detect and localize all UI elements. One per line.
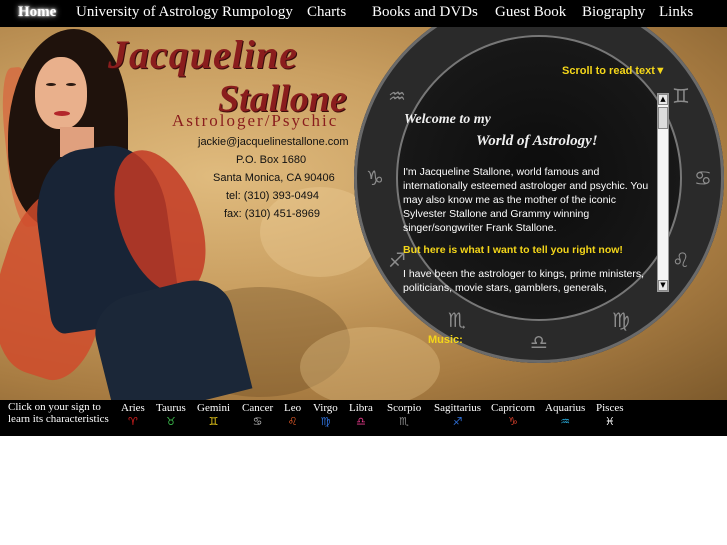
nav-biography[interactable]: Biography bbox=[582, 4, 645, 21]
zodiac-sign-label: Taurus bbox=[156, 402, 186, 414]
scroll-thumb[interactable] bbox=[658, 107, 668, 129]
zodiac-sign-label: Sagittarius bbox=[434, 402, 482, 414]
zodiac-sign-label: Pisces bbox=[596, 402, 624, 414]
zodiac-cancer-icon: ♋ bbox=[252, 415, 263, 428]
welcome-text-panel[interactable]: Welcome to my World of Astrology! I'm Ja… bbox=[398, 93, 656, 294]
welcome-heading-line2: World of Astrology! bbox=[476, 133, 598, 149]
zodiac-sign-taurus[interactable]: Taurus ♉ bbox=[156, 402, 186, 428]
wheel-glyph-icon: ♍ bbox=[612, 308, 630, 333]
welcome-heading-line1: Welcome to my bbox=[404, 112, 491, 127]
zodiac-taurus-icon: ♉ bbox=[165, 415, 176, 428]
wheel-glyph-icon: ♏ bbox=[448, 308, 466, 333]
zodiac-sign-libra[interactable]: Libra ♎ bbox=[349, 402, 373, 428]
zodiac-sign-label: Gemini bbox=[197, 402, 230, 414]
parchment-texture bbox=[300, 327, 440, 400]
nav-guest-book[interactable]: Guest Book bbox=[495, 4, 566, 21]
nav-university-of-astrology[interactable]: University of Astrology bbox=[76, 4, 219, 21]
zodiac-prompt: Click on your sign to learn its characte… bbox=[8, 401, 109, 425]
scroll-down-button[interactable]: ▼ bbox=[658, 280, 668, 291]
top-navigation: Home University of Astrology Rumpology C… bbox=[0, 0, 727, 27]
zodiac-sign-capricorn[interactable]: Capricorn ♑ bbox=[491, 402, 535, 428]
scroll-hint: Scroll to read text▼ bbox=[562, 65, 666, 77]
zodiac-sign-label: Aquarius bbox=[545, 402, 586, 414]
portrait-eye bbox=[46, 83, 56, 86]
zodiac-sign-label: Virgo bbox=[313, 402, 338, 414]
nav-charts[interactable]: Charts bbox=[307, 4, 346, 21]
zodiac-bar: Click on your sign to learn its characte… bbox=[0, 400, 727, 436]
zodiac-aries-icon: ♈ bbox=[127, 415, 138, 428]
nav-rumpology[interactable]: Rumpology bbox=[222, 4, 293, 21]
zodiac-sign-cancer[interactable]: Cancer ♋ bbox=[242, 402, 273, 428]
zodiac-sign-gemini[interactable]: Gemini ♊ bbox=[197, 402, 230, 428]
zodiac-sagittarius-icon: ♐ bbox=[452, 415, 463, 428]
zodiac-sign-aries[interactable]: Aries ♈ bbox=[121, 402, 145, 428]
nav-home[interactable]: Home bbox=[18, 4, 56, 21]
zodiac-sign-label: Leo bbox=[284, 402, 302, 414]
zodiac-virgo-icon: ♍ bbox=[320, 415, 331, 428]
portrait-lips bbox=[54, 111, 70, 116]
wheel-glyph-icon: ♎ bbox=[530, 330, 548, 354]
welcome-paragraph: I have been the astrologer to kings, pri… bbox=[403, 268, 645, 293]
zodiac-sign-label: Libra bbox=[349, 402, 373, 414]
text-scrollbar[interactable]: ▲ ▼ bbox=[657, 93, 669, 292]
wheel-glyph-icon: ♑ bbox=[366, 166, 384, 190]
zodiac-sign-label: Scorpio bbox=[387, 402, 422, 414]
zodiac-sign-aquarius[interactable]: Aquarius ♒ bbox=[545, 402, 585, 428]
wheel-glyph-icon: ♋ bbox=[694, 166, 712, 190]
zodiac-sign-virgo[interactable]: Virgo ♍ bbox=[313, 402, 338, 428]
zodiac-leo-icon: ♌ bbox=[287, 415, 298, 428]
contact-city: Santa Monica, CA 90406 bbox=[213, 172, 335, 184]
zodiac-capricorn-icon: ♑ bbox=[508, 415, 518, 428]
wheel-glyph-icon: ♊ bbox=[672, 84, 690, 108]
contact-po-box: P.O. Box 1680 bbox=[236, 154, 307, 166]
zodiac-sign-leo[interactable]: Leo ♌ bbox=[284, 402, 301, 428]
zodiac-sign-label: Cancer bbox=[242, 402, 274, 414]
main-banner: Jacqueline Stallone Astrologer/Psychic j… bbox=[0, 27, 727, 400]
zodiac-sign-scorpio[interactable]: Scorpio ♏ bbox=[387, 402, 421, 428]
portrait-eye bbox=[66, 83, 76, 86]
zodiac-libra-icon: ♎ bbox=[355, 415, 366, 428]
welcome-paragraph: I'm Jacqueline Stallone, world famous an… bbox=[403, 166, 649, 234]
wheel-glyph-icon: ♌ bbox=[672, 248, 690, 272]
contact-email[interactable]: jackie@jacquelinestallone.com bbox=[198, 136, 349, 148]
welcome-highlight: But here is what I want to tell you righ… bbox=[403, 244, 623, 256]
zodiac-sign-label: Aries bbox=[121, 402, 145, 414]
zodiac-sign-sagittarius[interactable]: Sagittarius ♐ bbox=[434, 402, 481, 428]
zodiac-sign-pisces[interactable]: Pisces ♓ bbox=[596, 402, 624, 428]
zodiac-scorpio-icon: ♏ bbox=[399, 415, 410, 428]
contact-tel: tel: (310) 393-0494 bbox=[226, 190, 319, 202]
zodiac-aquarius-icon: ♒ bbox=[560, 415, 571, 428]
subtitle: Astrologer/Psychic bbox=[172, 111, 339, 130]
portrait-face bbox=[35, 57, 87, 129]
zodiac-pisces-icon: ♓ bbox=[604, 415, 615, 428]
zodiac-gemini-icon: ♊ bbox=[208, 415, 219, 428]
zodiac-sign-label: Capricorn bbox=[491, 402, 535, 414]
contact-fax: fax: (310) 451-8969 bbox=[224, 208, 321, 220]
nav-books-and-dvds[interactable]: Books and DVDs bbox=[372, 4, 478, 21]
title-first-name: Jacqueline bbox=[108, 32, 298, 77]
nav-links[interactable]: Links bbox=[659, 4, 693, 21]
music-label: Music: bbox=[428, 334, 463, 346]
scroll-up-button[interactable]: ▲ bbox=[658, 94, 668, 105]
